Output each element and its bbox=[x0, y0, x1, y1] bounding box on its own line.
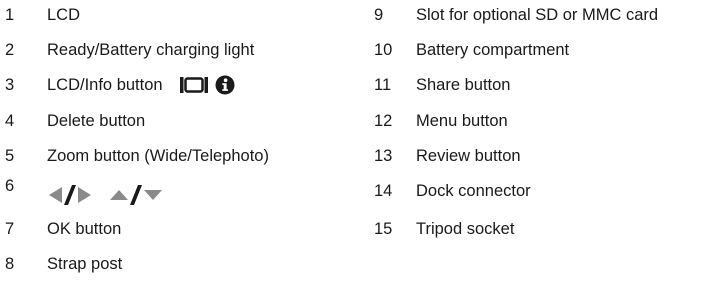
item-number: 2 bbox=[5, 40, 15, 59]
item-number: 3 bbox=[5, 75, 15, 94]
list-item: 10 Battery compartment bbox=[374, 39, 569, 61]
list-item: 6 bbox=[5, 177, 163, 206]
list-item: 4 Delete button bbox=[5, 110, 145, 132]
list-item: 11 Share button bbox=[374, 74, 511, 96]
lcd-frame-icon bbox=[179, 75, 209, 95]
slash-icon bbox=[64, 185, 76, 205]
item-label: LCD bbox=[47, 5, 81, 24]
item-label: Dock connector bbox=[416, 181, 531, 200]
item-label: LCD/Info button bbox=[47, 75, 163, 94]
item-label: Share button bbox=[416, 75, 511, 94]
item-number: 12 bbox=[374, 111, 393, 130]
item-number: 15 bbox=[374, 219, 393, 238]
item-number: 10 bbox=[374, 40, 393, 59]
navigation-arrows bbox=[47, 184, 163, 206]
list-item: 3 LCD/Info button bbox=[5, 74, 235, 96]
list-item: 9 Slot for optional SD or MMC card bbox=[374, 4, 658, 26]
list-item: 14 Dock connector bbox=[374, 180, 531, 202]
item-number: 1 bbox=[5, 5, 15, 24]
list-item: 12 Menu button bbox=[374, 110, 508, 132]
item-label: Tripod socket bbox=[416, 219, 515, 238]
item-number: 14 bbox=[374, 181, 393, 200]
item-label: Slot for optional SD or MMC card bbox=[416, 5, 659, 24]
arrow-down-icon bbox=[144, 190, 162, 200]
list-item: 5 Zoom button (Wide/Telephoto) bbox=[5, 145, 269, 167]
item-label: Strap post bbox=[47, 254, 123, 273]
arrow-right-icon bbox=[78, 187, 91, 203]
info-icon bbox=[215, 75, 235, 95]
item-label: Delete button bbox=[47, 111, 146, 130]
item-number: 6 bbox=[5, 177, 15, 195]
camera-parts-legend: 1 LCD 2 Ready/Battery charging light 3 L… bbox=[0, 0, 717, 282]
list-item: 15 Tripod socket bbox=[374, 218, 514, 240]
item-number: 11 bbox=[374, 75, 392, 94]
list-item: 13 Review button bbox=[374, 145, 521, 167]
item-label: OK button bbox=[47, 219, 122, 238]
arrow-up-icon bbox=[110, 190, 128, 200]
item-label: Zoom button (Wide/Telephoto) bbox=[47, 146, 269, 165]
item-label: Battery compartment bbox=[416, 40, 570, 59]
item-number: 8 bbox=[5, 254, 15, 273]
item-number: 5 bbox=[5, 146, 15, 165]
list-item: 2 Ready/Battery charging light bbox=[5, 39, 254, 61]
item-label: Ready/Battery charging light bbox=[47, 40, 255, 59]
slash-icon bbox=[130, 185, 142, 205]
list-item: 8 Strap post bbox=[5, 253, 122, 275]
item-number: 9 bbox=[374, 5, 384, 24]
item-number: 4 bbox=[5, 111, 15, 130]
item-number: 7 bbox=[5, 219, 15, 238]
list-item: 1 LCD bbox=[5, 4, 80, 26]
list-item: 7 OK button bbox=[5, 218, 121, 240]
arrow-left-icon bbox=[49, 187, 62, 203]
item-number: 13 bbox=[374, 146, 393, 165]
item-label: Menu button bbox=[416, 111, 508, 130]
item-label: Review button bbox=[416, 146, 521, 165]
